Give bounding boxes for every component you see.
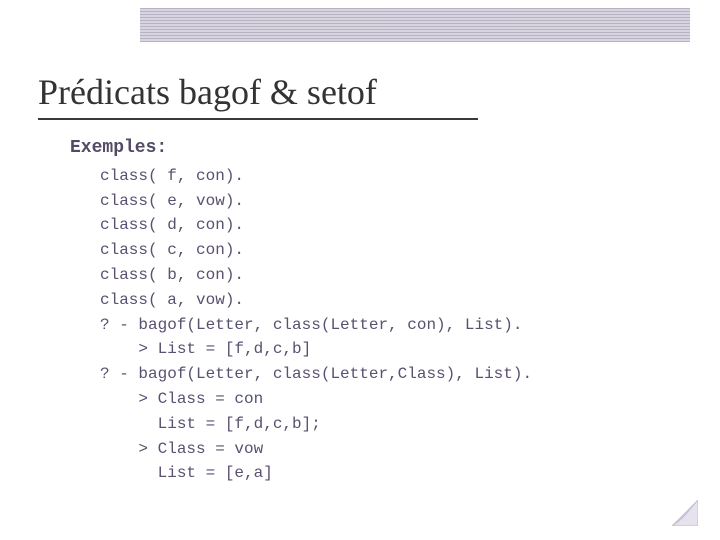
code-line: class( d, con). [100,216,244,234]
code-line: > List = [f,d,c,b] [100,340,311,358]
code-line: class( c, con). [100,241,244,259]
title-block: Prédicats bagof & setof [0,52,720,120]
code-line: class( e, vow). [100,192,244,210]
code-line: class( b, con). [100,266,244,284]
slide-title: Prédicats bagof & setof [38,74,720,112]
code-block: class( f, con). class( e, vow). class( d… [72,164,680,486]
top-decoration [0,0,720,52]
examples-heading: Exemples: [70,138,680,158]
slide: Prédicats bagof & setof Exemples: class(… [0,0,720,540]
content-area: Exemples: class( f, con). class( e, vow)… [0,120,720,486]
code-line: class( f, con). [100,167,244,185]
code-line: ? - bagof(Letter, class(Letter,Class), L… [100,365,532,383]
code-line: > Class = vow [100,440,263,458]
code-line: List = [e,a] [100,464,273,482]
code-line: List = [f,d,c,b]; [100,415,321,433]
page-curl-icon [672,500,698,526]
code-line: ? - bagof(Letter, class(Letter, con), Li… [100,316,522,334]
hatch-pattern [140,8,690,42]
code-line: > Class = con [100,390,263,408]
code-line: class( a, vow). [100,291,244,309]
